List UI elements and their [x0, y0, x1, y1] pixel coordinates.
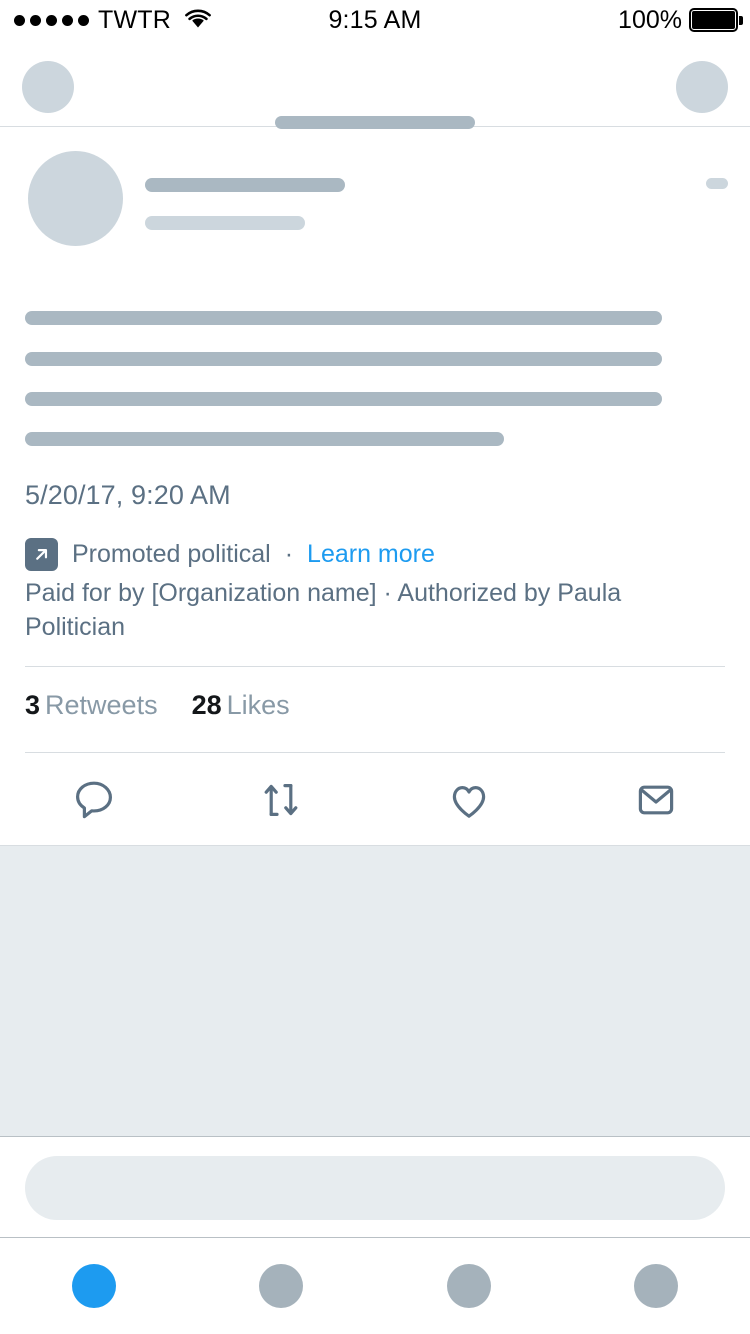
like-button[interactable] — [375, 760, 563, 845]
overflow-menu-icon[interactable] — [706, 178, 728, 189]
promoted-arrow-icon — [25, 538, 58, 571]
reply-compose-bar — [0, 1138, 750, 1238]
tweet-timestamp: 5/20/17, 9:20 AM — [25, 480, 231, 510]
navbar-action-button[interactable] — [676, 61, 728, 113]
likes-label: Likes — [226, 690, 290, 720]
tab-search-icon — [259, 1264, 304, 1308]
status-bar-right: 100% — [618, 5, 743, 35]
author-name-placeholder — [145, 178, 345, 192]
tweet-text-line — [25, 352, 662, 366]
tab-home[interactable] — [0, 1264, 188, 1308]
learn-more-link[interactable]: Learn more — [307, 540, 435, 569]
tab-search[interactable] — [188, 1264, 376, 1308]
retweets-stat[interactable]: 3 Retweets — [25, 690, 158, 721]
author-handle-placeholder — [145, 216, 305, 230]
retweets-label: Retweets — [45, 690, 158, 720]
promoted-label: Promoted political — [72, 540, 271, 568]
retweets-count: 3 — [25, 690, 41, 720]
reply-icon — [70, 776, 118, 829]
app-root: TWTR 9:15 AM 100% 5/20/17, 9:20 AM Promo… — [0, 0, 750, 1334]
bottom-tab-bar — [0, 1238, 750, 1334]
battery-icon — [689, 8, 743, 32]
author-avatar[interactable] — [28, 151, 123, 246]
stats-top-divider — [25, 666, 725, 667]
share-icon — [632, 776, 680, 829]
tab-notifications[interactable] — [375, 1264, 563, 1308]
tweet-text-line — [25, 432, 504, 446]
promoted-separator: · — [284, 540, 294, 568]
retweet-icon — [257, 776, 305, 829]
tweet-text-line — [25, 392, 662, 406]
tab-messages-icon — [634, 1264, 679, 1308]
like-icon — [445, 776, 493, 829]
reply-button[interactable] — [0, 760, 188, 845]
retweet-button[interactable] — [188, 760, 376, 845]
tab-notifications-icon — [446, 1264, 491, 1308]
tab-home-icon — [71, 1264, 116, 1308]
tweet-actions-bar — [0, 760, 750, 845]
status-bar: TWTR 9:15 AM 100% — [0, 0, 750, 40]
share-button[interactable] — [563, 760, 750, 845]
likes-count: 28 — [191, 690, 222, 720]
tab-messages[interactable] — [563, 1264, 750, 1308]
paid-for-disclaimer: Paid for by [Organization name] · Author… — [25, 579, 622, 641]
navigation-bar — [0, 40, 750, 129]
likes-stat[interactable]: 28 Likes — [192, 690, 290, 721]
tweet-text-line — [25, 311, 662, 325]
tweet-stats-row: 3 Retweets 28 Likes — [25, 690, 290, 721]
battery-percent-label: 100% — [618, 5, 682, 34]
promoted-disclosure-row: Promoted political · Learn more — [25, 538, 435, 571]
media-content-placeholder — [0, 845, 750, 1137]
reply-input[interactable] — [25, 1155, 725, 1220]
profile-avatar-button[interactable] — [22, 61, 74, 113]
stats-bottom-divider — [25, 752, 725, 753]
tweet-author-header — [0, 127, 750, 287]
